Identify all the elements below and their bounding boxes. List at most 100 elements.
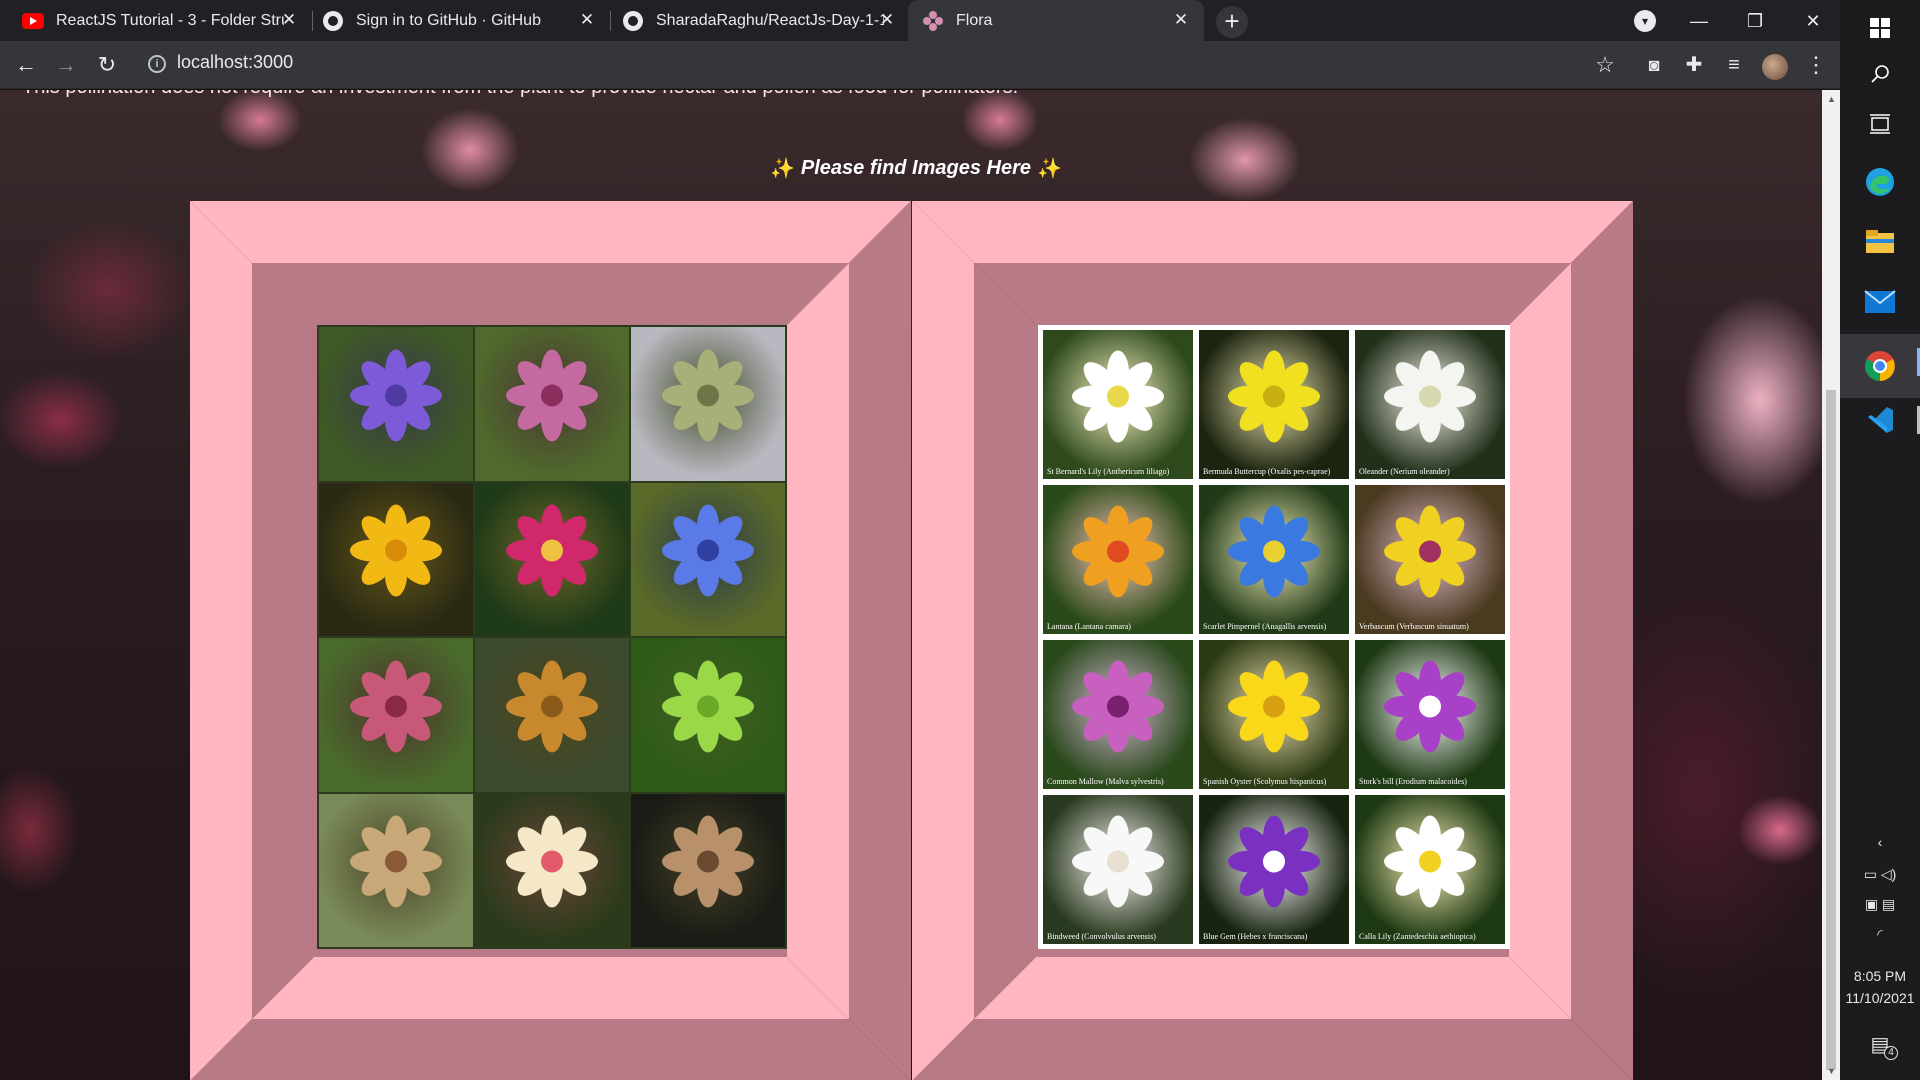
menu-dots-icon[interactable]: ⋮	[1800, 49, 1832, 81]
flower-caption: St Bernard's Lily (Anthericum liliago)	[1047, 467, 1170, 476]
scroll-thumb[interactable]	[1826, 390, 1836, 1070]
flower-caption: Bindweed (Convolvulus arvensis)	[1047, 932, 1156, 941]
flower-caption: Bermuda Buttercup (Oxalis pes-caprae)	[1203, 467, 1331, 476]
camera-icon[interactable]: ◙	[1638, 49, 1670, 81]
flower-tile: Calla Lily (Zantedeschia aethiopica)	[1355, 795, 1505, 944]
flower-caption: Lantana (Lantana camara)	[1047, 622, 1131, 631]
avatar[interactable]	[1762, 54, 1788, 80]
clock-time[interactable]: 8:05 PM	[1840, 968, 1920, 984]
flower-caption: Calla Lily (Zantedeschia aethiopica)	[1359, 932, 1476, 941]
flower-tile: Scarlet Pimpernel (Anagallis arvensis)	[1199, 485, 1349, 634]
tab-title: SharadaRaghu/ReactJs-Day-1-11	[656, 11, 884, 29]
magnolia-icon	[504, 814, 600, 915]
flower-tile	[319, 638, 473, 792]
tab-flora[interactable]: Flora ✕	[908, 0, 1204, 41]
flower-tile	[475, 482, 629, 636]
site-info-icon[interactable]: i	[148, 55, 166, 73]
media-queue-icon[interactable]: ≡	[1718, 49, 1750, 81]
flower-tile	[631, 638, 785, 792]
clock-date[interactable]: 11/10/2021	[1840, 990, 1920, 1006]
network-icon[interactable]: ◜	[1840, 926, 1920, 943]
oleander-icon	[1382, 348, 1478, 449]
tab-react-tutorial[interactable]: ReactJS Tutorial - 3 - Folder Struc ✕	[22, 0, 312, 41]
sage-flower-icon	[348, 347, 444, 448]
edge-browser-icon[interactable]	[1840, 154, 1920, 210]
sparkle-icon: ✨	[1037, 158, 1062, 180]
flower-tile	[319, 482, 473, 636]
flower-caption: Spanish Oyster (Scolymus hispanicus)	[1203, 777, 1327, 786]
flower-tile: Verbascum (Verbascum sinuatum)	[1355, 485, 1505, 634]
tab-title: Flora	[956, 11, 993, 29]
bookmark-star-icon[interactable]: ☆	[1589, 49, 1621, 81]
bindweed-icon	[1070, 813, 1166, 914]
flower-tile	[475, 793, 629, 947]
tab-github-signin[interactable]: Sign in to GitHub · GitHub ✕	[322, 0, 610, 41]
intro-paragraph: This pollination does not require an inv…	[0, 90, 1018, 99]
flower-tile: Bermuda Buttercup (Oxalis pes-caprae)	[1199, 330, 1349, 479]
flower-caption: Verbascum (Verbascum sinuatum)	[1359, 622, 1469, 631]
cycad-cone-icon	[660, 814, 756, 915]
left-picture-frame	[190, 201, 911, 1080]
right-flower-gallery: St Bernard's Lily (Anthericum liliago) Be…	[1038, 325, 1510, 949]
windows-taskbar: ‹ ▭ ◁) ▣ ▤ ◜ 8:05 PM 11/10/2021 ▤ 4	[1840, 0, 1920, 1080]
address-bar[interactable]: localhost:3000	[177, 52, 293, 73]
heading-text: Please find Images Here	[800, 157, 1032, 179]
flower-tile: Blue Gem (Hebes x franciscana)	[1199, 795, 1349, 944]
common-mallow-icon	[1070, 658, 1166, 759]
flower-tile	[475, 638, 629, 792]
cornflower-icon	[660, 503, 756, 604]
task-view-icon[interactable]	[1840, 96, 1920, 152]
meet-now-icon[interactable]: ▣ ▤	[1840, 896, 1920, 913]
forward-arrow-icon[interactable]: →	[50, 49, 82, 81]
bermuda-buttercup-icon	[1226, 348, 1322, 449]
tab-search-icon[interactable]: ▾	[1634, 10, 1656, 32]
close-icon[interactable]: ✕	[1170, 9, 1192, 31]
storks-bill-icon	[1382, 658, 1478, 759]
reload-icon[interactable]: ↻	[91, 49, 123, 81]
flower-tile	[631, 793, 785, 947]
grass-flower-icon	[660, 347, 756, 448]
page-scrollbar[interactable]: ▲ ▼	[1822, 90, 1840, 1080]
restore-button[interactable]: ❐	[1732, 6, 1778, 36]
verbascum-icon	[1382, 503, 1478, 604]
close-icon[interactable]: ✕	[278, 9, 300, 31]
flower-tile: Common Mallow (Malva sylvestris)	[1043, 640, 1193, 789]
new-tab-button[interactable]: +	[1216, 6, 1248, 38]
scroll-up-icon[interactable]: ▲	[1827, 94, 1836, 104]
minimize-button[interactable]: —	[1676, 6, 1722, 36]
flower-tile: Bindweed (Convolvulus arvensis)	[1043, 795, 1193, 944]
sparkle-icon: ✨	[770, 158, 795, 180]
pine-cone-icon	[504, 658, 600, 759]
vscode-icon[interactable]	[1840, 392, 1920, 448]
notification-center-icon[interactable]: ▤ 4	[1840, 1032, 1920, 1060]
battery-icon[interactable]: ▭ ◁)	[1840, 866, 1920, 883]
show-hidden-icons-chevron[interactable]: ‹	[1840, 834, 1920, 850]
toolbar: ← → ↻ i localhost:3000 ☆ ◙ ✚ ≡ ⋮	[0, 41, 1840, 89]
search-icon[interactable]	[1840, 46, 1920, 102]
close-icon[interactable]: ✕	[876, 9, 898, 31]
mail-icon[interactable]	[1840, 274, 1920, 330]
scroll-down-icon[interactable]: ▼	[1827, 1066, 1836, 1076]
tab-separator	[610, 11, 611, 31]
flower-tile	[475, 327, 629, 481]
flower-favicon-icon	[922, 10, 944, 32]
close-icon[interactable]: ✕	[576, 9, 598, 31]
red-cone-icon	[348, 658, 444, 759]
dahlia-icon	[504, 503, 600, 604]
window-close-button[interactable]: ✕	[1790, 6, 1836, 36]
notification-badge: 4	[1884, 1046, 1898, 1060]
github-icon	[622, 10, 644, 32]
dandelion-icon	[348, 503, 444, 604]
scarlet-pimpernel-icon	[1226, 503, 1322, 604]
flower-caption: Blue Gem (Hebes x franciscana)	[1203, 932, 1308, 941]
st-bernards-lily-icon	[1070, 348, 1166, 449]
extensions-puzzle-icon[interactable]: ✚	[1678, 49, 1710, 81]
flower-caption: Oleander (Nerium oleander)	[1359, 467, 1450, 476]
lily-flower-icon	[504, 347, 600, 448]
chrome-taskbar-icon[interactable]	[1840, 334, 1920, 398]
tab-title: ReactJS Tutorial - 3 - Folder Struc	[56, 11, 284, 29]
back-arrow-icon[interactable]: ←	[10, 49, 42, 81]
intro-text: This pollination does not require an inv…	[22, 90, 1018, 98]
file-explorer-icon[interactable]	[1840, 214, 1920, 270]
tab-github-repo[interactable]: SharadaRaghu/ReactJs-Day-1-11 ✕	[622, 0, 910, 41]
